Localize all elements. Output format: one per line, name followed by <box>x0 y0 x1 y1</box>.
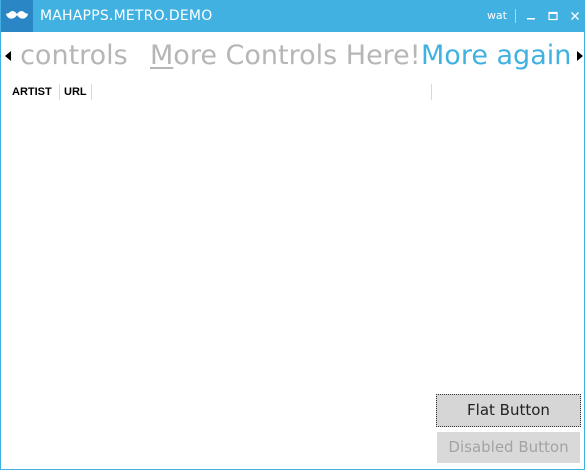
data-grid-header: ARTIST URL <box>9 82 433 102</box>
close-icon <box>571 12 579 20</box>
tab-access-key: M <box>150 40 174 71</box>
column-header-artist[interactable]: ARTIST <box>12 82 52 102</box>
tab-track: f controls More Controls Here! More agai… <box>13 36 573 78</box>
column-divider[interactable] <box>431 84 432 100</box>
disabled-button: Disabled Button <box>437 432 580 463</box>
tab-strip: f controls More Controls Here! More agai… <box>1 36 584 78</box>
title-command-wat[interactable]: wat <box>479 0 515 32</box>
minimize-button[interactable] <box>520 0 542 32</box>
caret-right-icon[interactable] <box>574 48 584 64</box>
flat-button[interactable]: Flat Button <box>436 394 581 427</box>
main-window: MAHAPPS.METRO.DEMO wat f controls More C… <box>0 0 585 470</box>
mustache-icon <box>1 0 33 32</box>
title-bar-controls: wat <box>479 0 584 32</box>
title-divider <box>515 9 516 23</box>
maximize-icon <box>548 11 558 21</box>
column-header-url[interactable]: URL <box>64 82 87 102</box>
title-bar[interactable]: MAHAPPS.METRO.DEMO wat <box>1 0 584 32</box>
tab-controls[interactable]: f controls <box>13 38 128 74</box>
minimize-icon <box>527 18 535 20</box>
maximize-button[interactable] <box>542 0 564 32</box>
column-divider[interactable] <box>59 84 60 100</box>
column-divider[interactable] <box>91 84 92 100</box>
tab-label: ore Controls Here! <box>173 40 421 71</box>
close-button[interactable] <box>564 0 584 32</box>
tab-more-again[interactable]: More again <box>421 38 571 74</box>
window-title: MAHAPPS.METRO.DEMO <box>40 8 213 24</box>
tab-more-controls[interactable]: More Controls Here! <box>150 38 421 74</box>
